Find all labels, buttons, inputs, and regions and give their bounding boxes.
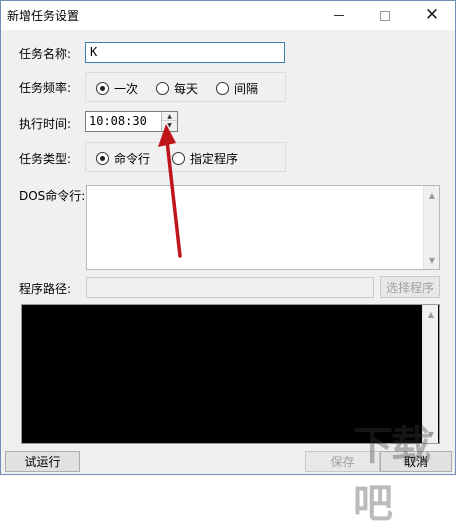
arrow-head-icon bbox=[158, 124, 176, 147]
arrow-shaft bbox=[164, 130, 182, 258]
annotation-arrow bbox=[158, 124, 182, 258]
